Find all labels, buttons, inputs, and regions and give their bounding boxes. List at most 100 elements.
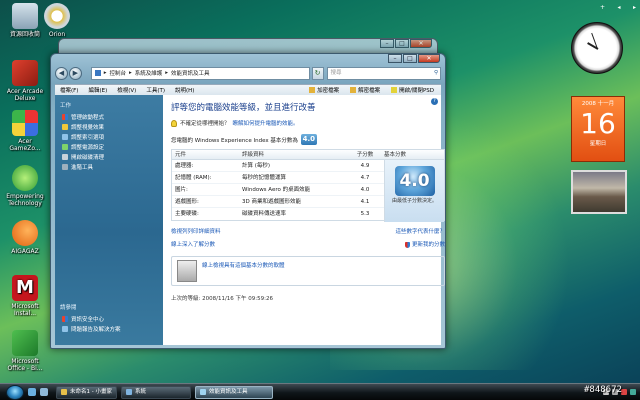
tray-update-icon[interactable] — [630, 389, 636, 395]
shield-icon — [62, 113, 68, 120]
mcafee-icon[interactable]: M Microsoft Instal... — [2, 275, 48, 317]
print-details-link[interactable]: 檢視列列印詳細資料 — [171, 227, 221, 235]
taskbar-item-label: 未命名1 - 小畫家 — [70, 388, 112, 395]
task-sidebar: 工作 管理啟動程式 調整視覺效果 調整索引選項 調整電源設定 開啟磁碟清理 進階… — [55, 95, 163, 345]
row-detail: 計算 (每秒) — [242, 163, 271, 169]
menu-help[interactable]: 說明(H) — [175, 86, 194, 94]
calendar-month: 2008 十一月 — [581, 101, 615, 107]
maximize-icon[interactable]: □ — [395, 39, 409, 48]
menu-view[interactable]: 檢視(V) — [117, 86, 136, 94]
sidebar-item-advanced-tools[interactable]: 進階工具 — [62, 163, 158, 171]
score-summary: 您電腦的 Windows Experience Index 基本分數為 4.0 — [171, 134, 433, 145]
row-detail: 3D 商業和遊戲圖形效能 — [242, 199, 301, 205]
view-software-online-link[interactable]: 線上檢視具有這個基本分數的軟體 — [202, 261, 285, 269]
calendar-day: 16 — [580, 107, 616, 140]
menu-bar: 檔案(F) 編輯(E) 檢視(V) 工具(T) 說明(H) 加密檔案 解密檔案 … — [55, 84, 441, 95]
psd-toggle-link[interactable]: 開啟/關閉PSD — [399, 86, 434, 94]
help-icon[interactable]: ? — [431, 98, 438, 105]
encrypt-file-link[interactable]: 加密檔案 — [317, 86, 339, 94]
office-icon[interactable]: Microsoft Office - Bi... — [2, 330, 48, 372]
sidebar-item-indexing[interactable]: 調整索引選項 — [62, 133, 158, 141]
search-input[interactable]: 搜尋 ⚲ — [326, 66, 441, 80]
row-detail: 每秒的記憶體運算 — [242, 175, 287, 181]
see-also-title: 請參閱 — [60, 305, 77, 311]
breadcrumb-performance[interactable]: 效能資訊及工具 — [171, 69, 210, 77]
minimize-button[interactable]: – — [388, 54, 402, 63]
desktop-icon-label: Microsoft Office - Bi... — [7, 358, 43, 372]
paint-icon — [61, 389, 67, 395]
row-component: 圖片: — [175, 187, 188, 193]
online-software-box: 線上檢視具有這個基本分數的軟體 — [171, 256, 445, 286]
forward-button[interactable]: ▶ — [68, 66, 82, 80]
clock-gadget[interactable] — [571, 22, 623, 74]
menu-edit[interactable]: 編輯(E) — [88, 86, 107, 94]
acer-gamezone-icon[interactable]: Acer GameZo... — [2, 110, 48, 152]
sidebar-item-label: 調整索引選項 — [71, 134, 105, 141]
tip-row: 不確定從哪裡開始？ 瞭解如何提升電腦的效能。 — [171, 119, 433, 127]
sidebar-item-power[interactable]: 調整電源設定 — [62, 143, 158, 151]
disk-cleanup-icon — [62, 153, 68, 160]
sidebar-item-label: 進階工具 — [71, 164, 94, 171]
breadcrumb-control-panel[interactable]: 控制台 — [109, 69, 126, 77]
acer-arcade-icon[interactable]: Acer Arcade Deluxe — [2, 60, 48, 102]
last-update-text: 上次的等級: 2008/11/16 下午 09:59:26 — [171, 296, 274, 302]
menu-tools[interactable]: 工具(T) — [146, 86, 165, 94]
aigagaz-icon[interactable]: AIGAGAZ — [2, 220, 48, 255]
sidebar-item-label: 管理啟動程式 — [71, 114, 105, 121]
mcafee-icon-image: M — [12, 275, 38, 301]
acer-gamezone-icon-image — [12, 110, 38, 136]
power-icon — [62, 143, 68, 150]
update-score-group: 更新我的分數 — [404, 240, 445, 248]
gadget-next-icon[interactable]: ▸ — [633, 4, 636, 14]
start-button[interactable] — [6, 384, 24, 400]
gadget-prev-icon[interactable]: ◂ — [618, 4, 621, 14]
sidebar-item-visual-effects[interactable]: 調整視覺效果 — [62, 123, 158, 131]
taskbar-item-system[interactable]: 系統 — [120, 385, 191, 399]
performance-window[interactable]: – □ ✕ ◀ ▶ ▸ 控制台 ▸ 系統及維護 ▸ 效能資訊及工具 ↻ 搜尋 ⚲… — [50, 53, 446, 349]
calendar-gadget[interactable]: 2008 十一月 16 星期日 — [571, 96, 625, 162]
row-detail: 磁碟資料傳送速率 — [242, 211, 287, 217]
performance-icon — [199, 389, 206, 395]
sidebar-item-disk-cleanup[interactable]: 開啟磁碟清理 — [62, 153, 158, 161]
breadcrumb-system-maintenance[interactable]: 系統及維護 — [135, 69, 163, 77]
sidebar-item-startup-programs[interactable]: 管理啟動程式 — [62, 113, 158, 121]
software-box-icon — [177, 260, 197, 282]
sidebar-item-security-center[interactable]: 資訊安全中心 — [62, 315, 121, 323]
lightbulb-icon — [171, 119, 177, 127]
maximize-button[interactable]: □ — [403, 54, 417, 63]
taskbar-item-paint[interactable]: 未命名1 - 小畫家 — [56, 385, 117, 399]
what-numbers-mean-link[interactable]: 這些數字代表什麼？ — [395, 227, 445, 235]
update-score-link[interactable]: 更新我的分數 — [412, 242, 445, 248]
taskbar-item-performance[interactable]: 效能資訊及工具 — [194, 385, 273, 399]
gadget-add-icon[interactable]: + — [600, 4, 605, 14]
show-desktop-icon[interactable] — [28, 388, 36, 396]
learn-more-online-link[interactable]: 線上深入了解分數 — [171, 240, 215, 248]
table-header: 元件 評級資料 子分數 基本分數 — [172, 150, 444, 160]
see-also-section: 請參閱 資訊安全中心 問題報告及解決方案 — [60, 303, 121, 335]
address-bar[interactable]: ▸ 控制台 ▸ 系統及維護 ▸ 效能資訊及工具 — [90, 66, 310, 80]
acer-arcade-icon-image — [12, 60, 38, 86]
links-row-2: 線上深入了解分數 更新我的分數 — [171, 240, 445, 248]
search-icon: ⚲ — [433, 69, 438, 76]
refresh-icon[interactable]: ↻ — [311, 66, 324, 80]
menu-file[interactable]: 檔案(F) — [60, 86, 78, 94]
sidebar-item-label: 資訊安全中心 — [71, 316, 105, 323]
empowering-technology-icon[interactable]: Empowering Technology — [2, 165, 48, 207]
row-component: 主要硬碟: — [175, 211, 199, 217]
slideshow-gadget[interactable] — [571, 170, 627, 214]
desktop-icon-label: Microsoft Instal... — [11, 303, 39, 317]
navigation-bar: ◀ ▶ ▸ 控制台 ▸ 系統及維護 ▸ 效能資訊及工具 ↻ 搜尋 ⚲ — [55, 65, 441, 81]
sidebar-item-problem-reports[interactable]: 問題報告及解決方案 — [62, 325, 121, 333]
orion-icon[interactable]: Orion — [34, 3, 80, 38]
decrypt-file-link[interactable]: 解密檔案 — [358, 86, 380, 94]
switch-windows-icon[interactable] — [40, 388, 48, 396]
close-button[interactable]: ✕ — [418, 54, 440, 63]
minimize-icon[interactable]: – — [380, 39, 394, 48]
close-icon[interactable]: ✕ — [410, 39, 432, 48]
column-header-component: 元件 — [175, 152, 187, 158]
office-icon-image — [12, 330, 38, 356]
system-icon — [125, 389, 132, 395]
back-button[interactable]: ◀ — [55, 66, 68, 80]
improve-performance-link[interactable]: 瞭解如何提升電腦的效能。 — [233, 119, 299, 127]
taskbar-item-label: 系統 — [134, 388, 146, 395]
